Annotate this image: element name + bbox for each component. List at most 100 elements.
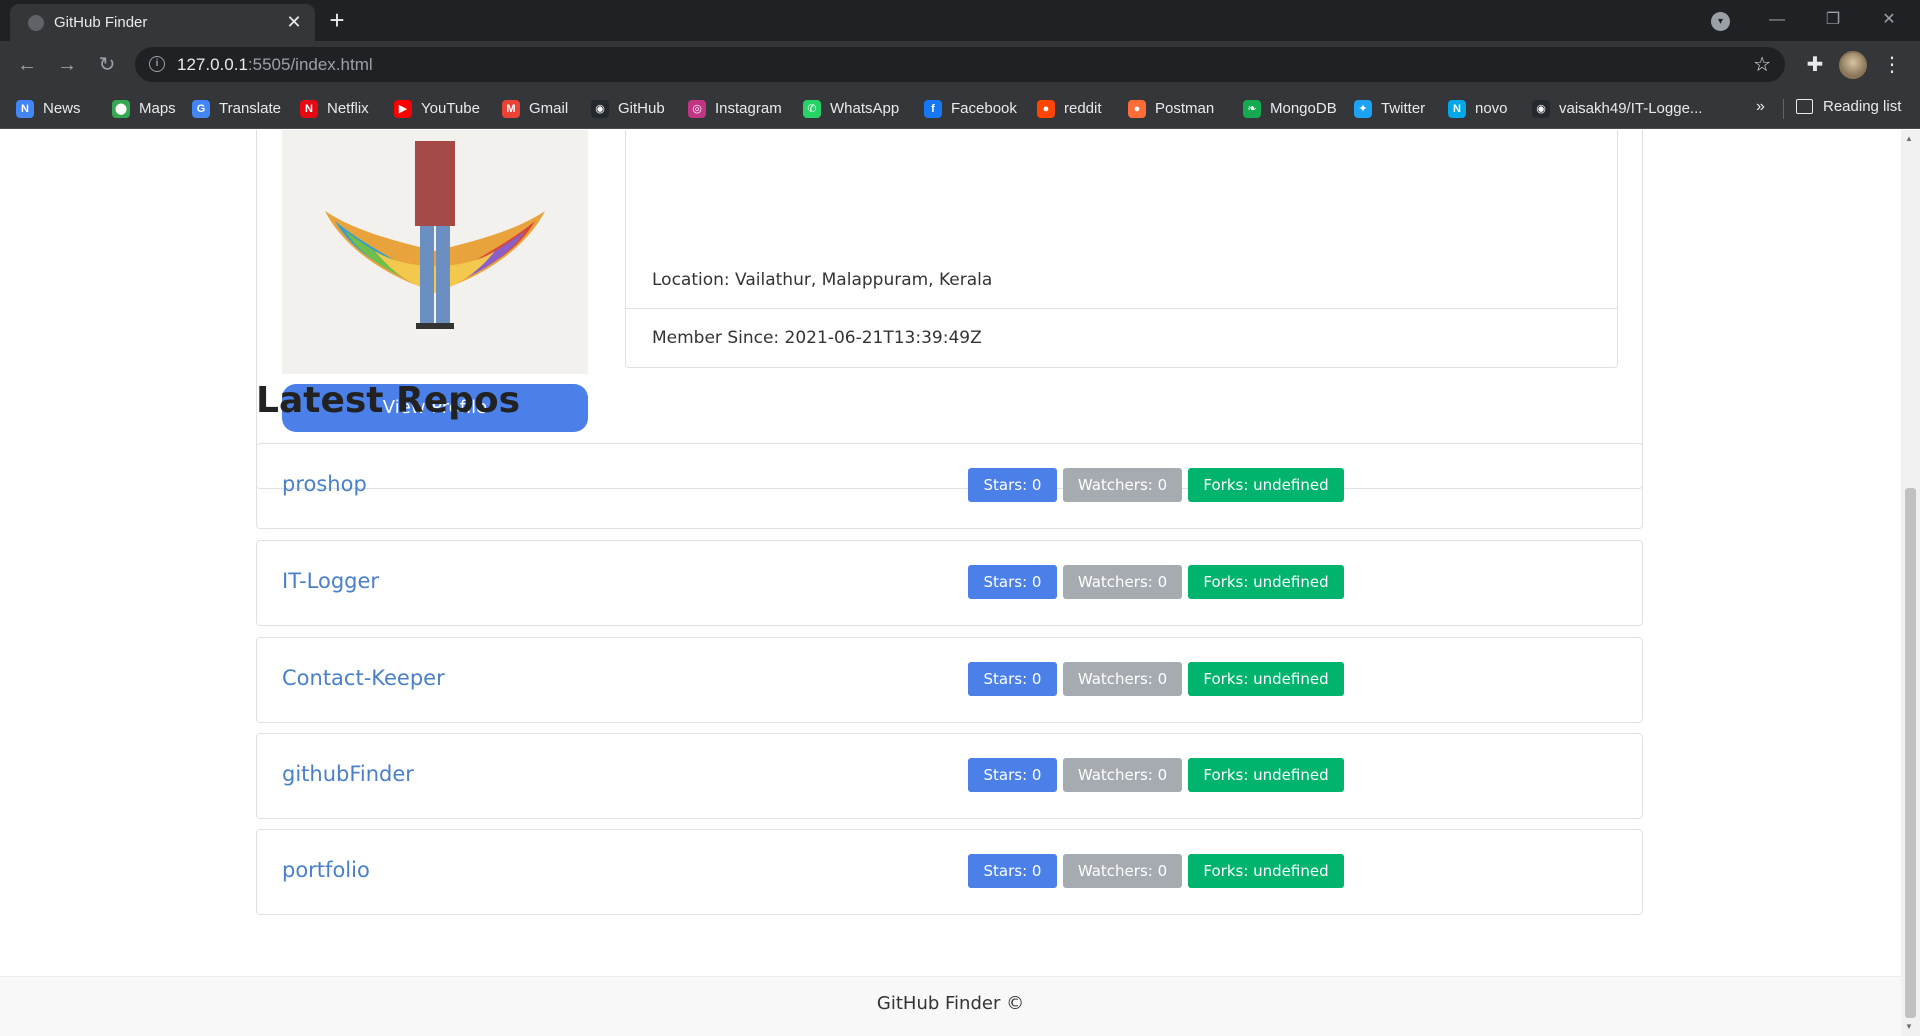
- bookmark-gmail[interactable]: M Gmail: [502, 98, 568, 119]
- repo-card: Contact-Keeper Stars: 0 Watchers: 0 Fork…: [256, 637, 1643, 723]
- mongodb-leaf-icon: ❧: [1243, 99, 1261, 118]
- bookmark-vaisakh49-it-logge[interactable]: ◉ vaisakh49/IT-Logge...: [1532, 98, 1702, 119]
- forks-badge: Forks: undefined: [1188, 662, 1344, 696]
- reading-list-button[interactable]: Reading list: [1796, 98, 1901, 115]
- scrollbar-thumb[interactable]: [1905, 488, 1916, 1018]
- stars-badge: Stars: 0: [968, 662, 1057, 696]
- bookmark-whatsapp[interactable]: ✆ WhatsApp: [803, 98, 899, 119]
- bookmark-reddit[interactable]: ● reddit: [1037, 98, 1102, 119]
- footer-text: GitHub Finder ©: [876, 993, 1025, 1014]
- google-news-icon: N: [16, 99, 34, 118]
- watchers-badge: Watchers: 0: [1063, 854, 1182, 888]
- bookmark-label: reddit: [1064, 100, 1102, 117]
- maps-pin-icon: ⬤: [112, 99, 130, 118]
- bookmark-label: Netflix: [327, 100, 369, 117]
- bookmark-label: Maps: [139, 100, 176, 117]
- bookmark-news[interactable]: N News: [16, 98, 81, 119]
- user-avatar-image: [282, 130, 588, 374]
- bookmark-postman[interactable]: ● Postman: [1128, 98, 1214, 119]
- bookmark-maps[interactable]: ⬤ Maps: [112, 98, 176, 119]
- forks-badge: Forks: undefined: [1188, 565, 1344, 599]
- repo-link[interactable]: proshop: [282, 472, 367, 496]
- page-footer: GitHub Finder ©: [0, 976, 1901, 1036]
- reddit-icon: ●: [1037, 99, 1055, 118]
- extensions-puzzle-icon[interactable]: ✚: [1800, 50, 1830, 80]
- browser-toolbar: ← → ↻ i 127.0.0.1:5505/index.html ☆ ✚ ⋮: [0, 41, 1920, 88]
- bookmarks-bar: » Reading list N News ⬤ Maps G Translate N Netf…: [0, 88, 1920, 129]
- url-text: 127.0.0.1:5505/index.html: [177, 55, 373, 75]
- minimize-icon[interactable]: —: [1762, 6, 1792, 34]
- postman-icon: ●: [1128, 99, 1146, 118]
- translate-icon: G: [192, 99, 210, 118]
- stars-badge: Stars: 0: [968, 854, 1057, 888]
- bookmark-label: Facebook: [951, 100, 1017, 117]
- novo-icon: N: [1448, 99, 1466, 118]
- bookmark-label: novo: [1475, 100, 1508, 117]
- site-info-icon[interactable]: i: [149, 56, 165, 72]
- repo-link[interactable]: Contact-Keeper: [282, 666, 445, 690]
- profile-avatar[interactable]: [1839, 51, 1867, 79]
- facebook-icon: f: [924, 99, 942, 118]
- window-close-icon[interactable]: ✕: [1874, 6, 1904, 34]
- kebab-menu-icon[interactable]: ⋮: [1880, 50, 1904, 80]
- bookmarks-divider: [1783, 99, 1784, 119]
- repo-card: portfolio Stars: 0 Watchers: 0 Forks: un…: [256, 829, 1643, 915]
- bookmarks-overflow-icon[interactable]: »: [1756, 98, 1765, 116]
- watchers-badge: Watchers: 0: [1063, 565, 1182, 599]
- repo-link[interactable]: githubFinder: [282, 762, 414, 786]
- bookmark-novo[interactable]: Nnovo: [1448, 98, 1508, 119]
- forward-icon[interactable]: →: [52, 50, 82, 80]
- stars-badge: Stars: 0: [968, 565, 1057, 599]
- scroll-up-arrow-icon[interactable]: ▲: [1905, 134, 1913, 143]
- member-since-text: Member Since: 2021-06-21T13:39:49Z: [626, 308, 1617, 366]
- globe-icon: [28, 15, 44, 31]
- twitter-icon: ✦: [1354, 99, 1372, 118]
- restore-icon[interactable]: ❐: [1818, 6, 1848, 34]
- bookmark-facebook[interactable]: f Facebook: [924, 98, 1017, 119]
- watchers-badge: Watchers: 0: [1063, 662, 1182, 696]
- close-tab-icon[interactable]: ✕: [282, 10, 306, 34]
- address-bar[interactable]: i 127.0.0.1:5505/index.html ☆: [135, 47, 1785, 82]
- new-tab-button[interactable]: +: [322, 6, 352, 36]
- bookmark-label: Instagram: [715, 100, 782, 117]
- bookmark-label: vaisakh49/IT-Logge...: [1559, 100, 1703, 117]
- browser-tabstrip: GitHub Finder ✕ + ▾ — ❐ ✕: [0, 0, 1920, 41]
- url-host: 127.0.0.1: [177, 55, 248, 74]
- page-viewport: View Profile Location: Vailathur, Malapp…: [0, 130, 1920, 1036]
- bookmark-label: MongoDB: [1270, 100, 1337, 117]
- location-text: Location: Vailathur, Malappuram, Kerala: [652, 270, 993, 290]
- netflix-icon: N: [300, 99, 318, 118]
- url-path: :5505/index.html: [247, 55, 373, 74]
- browser-tab[interactable]: GitHub Finder ✕: [10, 4, 315, 41]
- bookmark-label: WhatsApp: [830, 100, 900, 117]
- repo-link[interactable]: IT-Logger: [282, 569, 379, 593]
- tab-search-icon[interactable]: ▾: [1711, 12, 1730, 31]
- bookmark-youtube[interactable]: ▶ YouTube: [394, 98, 480, 119]
- profile-card: View Profile Location: Vailathur, Malapp…: [256, 130, 1643, 489]
- latest-repos-heading: Latest Repos: [256, 380, 521, 421]
- forks-badge: Forks: undefined: [1188, 758, 1344, 792]
- forks-badge: Forks: undefined: [1188, 854, 1344, 888]
- bookmark-netflix[interactable]: N Netflix: [300, 98, 369, 119]
- bookmark-label: News: [43, 100, 81, 117]
- bookmark-github[interactable]: ◉ GitHub: [591, 98, 665, 119]
- profile-info-list: Location: Vailathur, Malappuram, Kerala …: [625, 130, 1618, 368]
- bookmark-label: Twitter: [1381, 100, 1426, 117]
- repo-link[interactable]: portfolio: [282, 858, 370, 882]
- repo-card: githubFinder Stars: 0 Watchers: 0 Forks:…: [256, 733, 1643, 819]
- instagram-icon: ◎: [688, 99, 706, 118]
- whatsapp-icon: ✆: [803, 99, 821, 118]
- bookmark-instagram[interactable]: ◎ Instagram: [688, 98, 782, 119]
- bookmark-translate[interactable]: G Translate: [192, 98, 281, 119]
- bookmark-mongodb[interactable]: ❧ MongoDB: [1243, 98, 1337, 119]
- github-icon: ◉: [1532, 99, 1550, 118]
- bookmark-star-icon[interactable]: ☆: [1753, 52, 1771, 77]
- reload-icon[interactable]: ↻: [92, 50, 122, 80]
- page-scrollbar[interactable]: ▲ ▼: [1901, 130, 1920, 1036]
- reading-list-icon: [1796, 99, 1813, 114]
- bookmark-label: YouTube: [421, 100, 480, 117]
- back-icon[interactable]: ←: [12, 50, 42, 80]
- scroll-down-arrow-icon[interactable]: ▼: [1905, 1022, 1913, 1031]
- bookmark-label: Postman: [1155, 100, 1215, 117]
- bookmark-twitter[interactable]: ✦ Twitter: [1354, 98, 1425, 119]
